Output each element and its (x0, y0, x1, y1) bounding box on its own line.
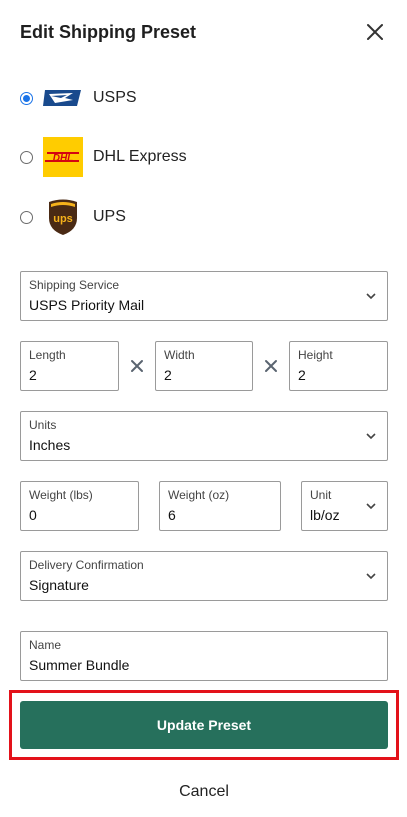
weight-unit-select[interactable]: Unit lb/oz (301, 481, 388, 531)
carrier-option-ups[interactable]: ups UPS (20, 197, 320, 237)
units-label: Units (29, 418, 57, 432)
shipping-service-select[interactable]: Shipping Service USPS Priority Mail (20, 271, 388, 321)
dhl-radio[interactable] (20, 150, 33, 164)
cancel-button[interactable]: Cancel (20, 775, 388, 809)
close-button[interactable] (363, 20, 387, 44)
height-field[interactable]: Height 2 (289, 341, 388, 391)
weight-lbs-field[interactable]: Weight (lbs) 0 (20, 481, 139, 531)
height-value: 2 (298, 367, 306, 383)
length-field[interactable]: Length 2 (20, 341, 119, 391)
delivery-confirmation-value: Signature (29, 577, 89, 593)
name-value: Summer Bundle (29, 657, 130, 673)
weight-lbs-value: 0 (29, 507, 37, 523)
shipping-service-value: USPS Priority Mail (29, 297, 145, 313)
length-label: Length (29, 348, 66, 362)
weight-unit-value: lb/oz (310, 507, 340, 523)
delivery-confirmation-select[interactable]: Delivery Confirmation Signature (20, 551, 388, 601)
times-icon (131, 360, 143, 372)
width-value: 2 (164, 367, 172, 383)
close-icon (367, 24, 383, 40)
height-label: Height (298, 348, 333, 362)
weight-unit-label: Unit (310, 488, 332, 502)
delivery-confirmation-label: Delivery Confirmation (29, 558, 144, 572)
dhl-logo: DHL (43, 137, 83, 177)
shipping-service-label: Shipping Service (29, 278, 120, 292)
weight-oz-field[interactable]: Weight (oz) 6 (159, 481, 281, 531)
carrier-label-dhl: DHL Express (93, 148, 187, 165)
chevron-down-icon (366, 573, 376, 580)
times-icon (265, 360, 277, 372)
chevron-down-icon (366, 433, 376, 440)
units-select[interactable]: Units Inches (20, 411, 388, 461)
width-field[interactable]: Width 2 (155, 341, 253, 391)
chevron-down-icon (366, 293, 376, 300)
carrier-option-dhl[interactable]: DHL DHL Express (20, 137, 320, 177)
carrier-label-usps: USPS (93, 89, 137, 106)
ups-shield-logo: ups (43, 197, 83, 237)
update-preset-button[interactable]: Update Preset (20, 701, 388, 749)
name-label: Name (29, 638, 62, 652)
dialog-title: Edit Shipping Preset (20, 22, 197, 42)
width-label: Width (164, 348, 195, 362)
units-value: Inches (29, 437, 71, 453)
carrier-label-ups: UPS (93, 208, 126, 225)
weight-oz-value: 6 (168, 507, 176, 523)
length-value: 2 (29, 367, 37, 383)
usps-eagle-logo (43, 78, 83, 118)
usps-radio[interactable] (20, 91, 33, 105)
ups-radio[interactable] (20, 210, 33, 224)
carrier-option-usps[interactable]: USPS (20, 78, 320, 118)
name-field[interactable]: Name Summer Bundle (20, 631, 388, 681)
chevron-down-icon (366, 503, 376, 510)
dhl-logo-text: DHL (53, 153, 74, 164)
weight-lbs-label: Weight (lbs) (29, 488, 93, 502)
weight-oz-label: Weight (oz) (168, 488, 230, 502)
dialog-header: Edit Shipping Preset (20, 18, 387, 46)
ups-logo-text: ups (53, 213, 73, 225)
